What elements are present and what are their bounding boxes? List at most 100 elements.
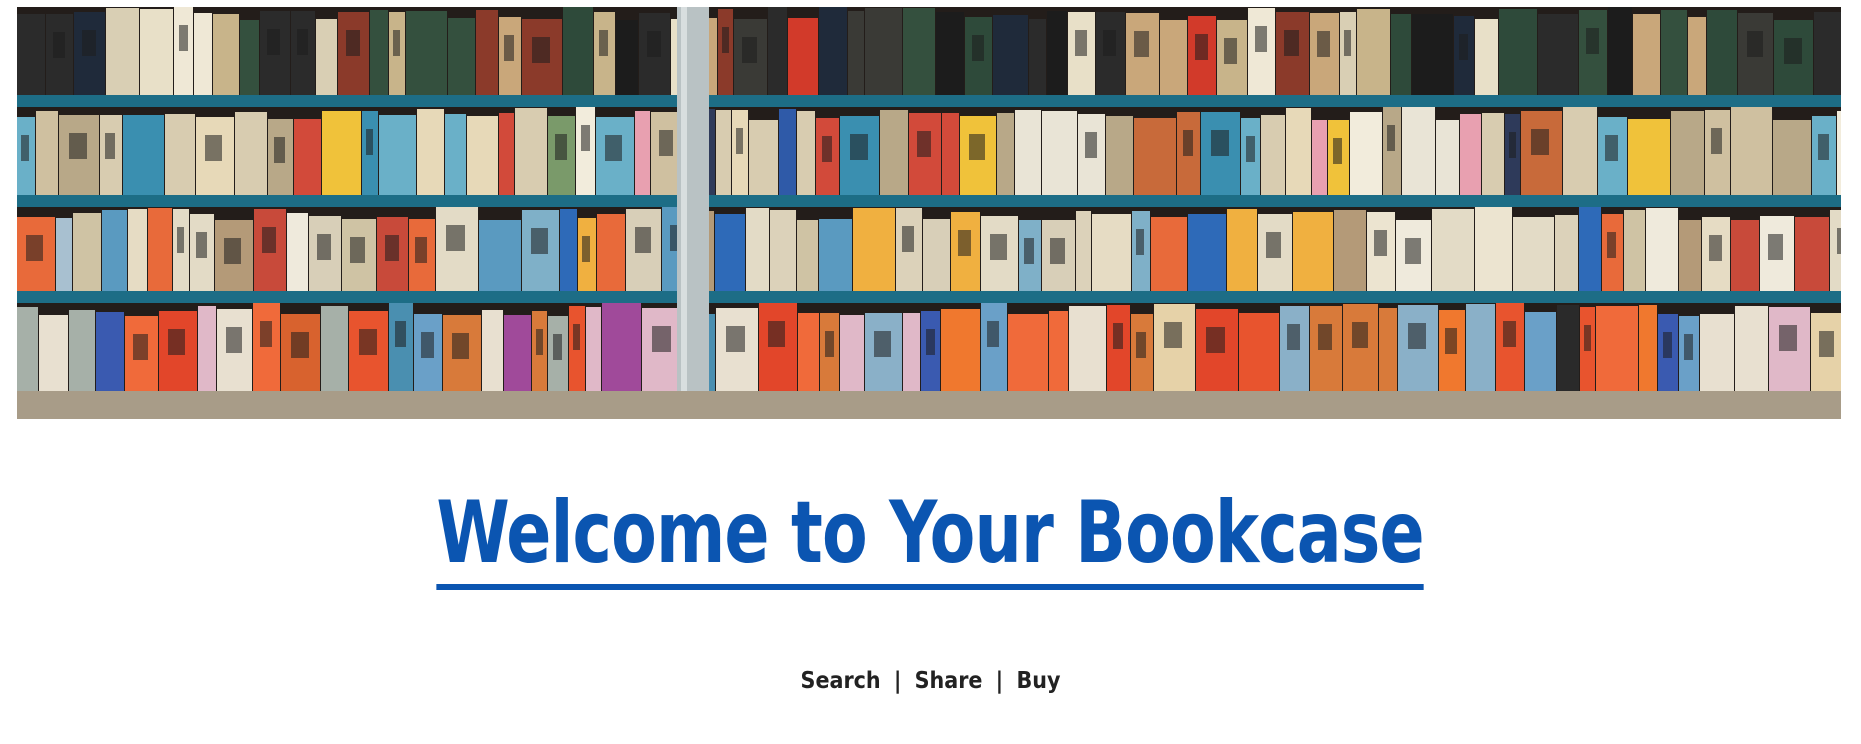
book-spine [746,208,769,291]
book-spine [1029,19,1046,95]
book-spine [1106,116,1133,195]
book-label [972,35,984,61]
book-label [1818,134,1829,160]
book-spine [1707,10,1737,95]
book-label [1387,125,1395,151]
book-label [605,135,622,161]
book-label [768,321,785,347]
book-label [1136,332,1146,358]
book-spine [1466,304,1495,391]
book-label [1374,230,1387,256]
book-spine [1076,211,1091,291]
book-spine [406,11,447,95]
book-spine [1015,110,1041,195]
book-label [317,234,331,260]
book-spine [1525,312,1556,391]
shelf-divider-highlight [681,7,687,391]
book-label [1747,31,1763,57]
book-spine [476,10,498,95]
tagline: Search | Share | Buy [0,668,1861,694]
book-label [874,331,891,357]
book-label [532,37,550,63]
book-label [582,236,590,262]
book-label [536,329,543,355]
book-label [226,327,242,353]
shelf-floor [17,391,1841,419]
book-spine [1639,305,1657,391]
book-label [1837,228,1841,254]
book-label [1284,30,1299,56]
book-spine [1402,107,1435,195]
book-label [822,136,832,162]
book-spine [1069,306,1106,391]
book-label [1075,30,1087,56]
book-spine [1134,118,1176,195]
book-label [452,333,469,359]
book-spine [1436,120,1459,195]
book-spine [467,116,498,195]
book-spine [616,20,638,95]
book-label [291,332,309,358]
book-label [926,329,935,355]
book-spine [1334,210,1366,291]
book-label [531,228,548,254]
book-label [1605,135,1618,161]
book-spine [1499,9,1537,95]
book-label [1503,321,1516,347]
bookshelf-illustration [17,7,1841,419]
book-label [635,227,651,253]
book-spine [73,213,101,291]
book-label [1819,331,1834,357]
book-spine [448,18,475,95]
book-spine [36,111,58,195]
book-spine [602,303,641,391]
book-spine [798,313,819,391]
book-spine [39,315,68,391]
book-spine [322,111,361,195]
book-spine [1731,220,1759,291]
book-spine [1814,12,1841,95]
book-label [652,326,671,352]
book-spine [1049,311,1068,391]
book-label [1266,232,1281,258]
book-label [1614,25,1625,51]
book-label [943,30,956,56]
book-spine [1475,19,1498,95]
book-label [21,135,29,161]
book-label [1607,232,1616,258]
book-spine [563,7,593,95]
book-label [647,31,661,57]
book-spine [1700,314,1734,391]
site-title: Welcome to Your Bookcase [436,490,1425,590]
page: Welcome to Your Bookcase Search | Share … [0,0,1861,744]
book-label [446,225,465,251]
book-label [1113,323,1123,349]
book-label [297,29,308,55]
book-spine [1538,14,1578,95]
book-spine [880,110,908,195]
book-spine [102,210,127,291]
book-spine [198,306,216,391]
book-spine [235,112,267,195]
book-spine [635,111,650,195]
book-label [659,130,673,156]
book-spine [942,113,959,195]
book-spine [1633,14,1660,95]
book-label [205,135,222,161]
book-spine [294,119,321,195]
book-spine [779,109,796,195]
book-spine [1391,14,1411,95]
book-spine [819,7,847,95]
book-spine [482,310,503,391]
site-title-link[interactable]: Welcome to Your Bookcase [0,490,1861,590]
book-label [1333,138,1342,164]
book-label [990,234,1007,260]
tagline-buy: Buy [1016,668,1061,694]
book-spine [923,219,950,291]
book-label [1317,31,1330,57]
book-label [1768,234,1783,260]
book-spine [515,108,547,195]
book-spine [316,19,337,95]
book-spine [194,13,212,95]
book-spine [840,315,864,391]
